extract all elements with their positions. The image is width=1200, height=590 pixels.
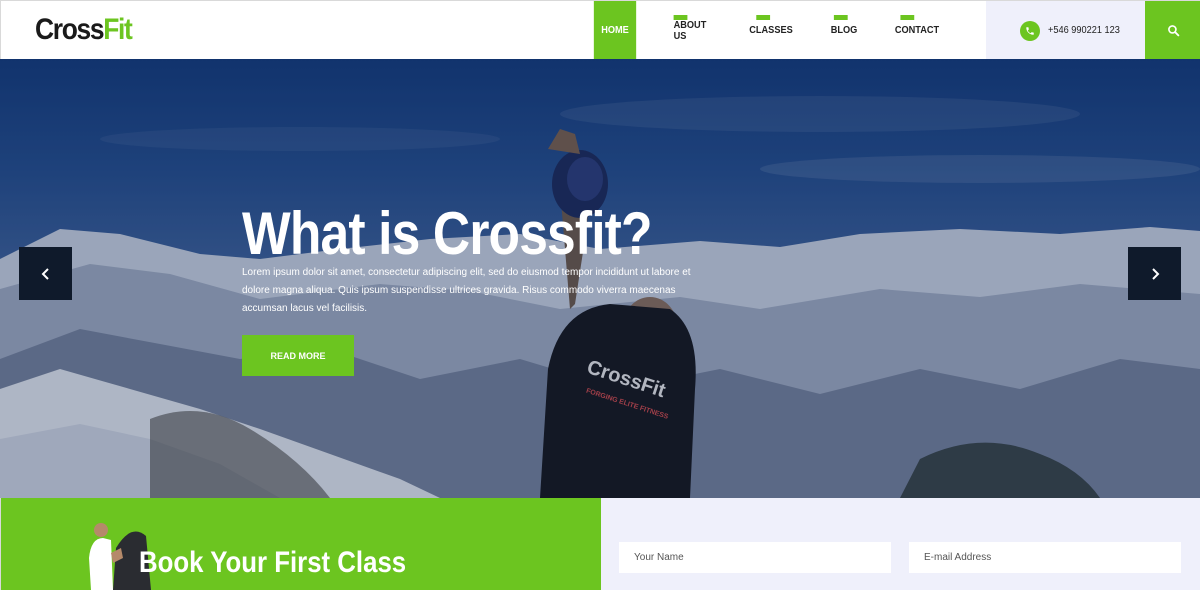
slider-prev-button[interactable] [19,247,72,300]
email-input[interactable] [909,542,1181,573]
hero-title: What is Crossfit? [242,200,653,267]
phone-contact[interactable]: +546 990221 123 [986,1,1145,60]
booking-form [601,498,1200,590]
nav-indicator [756,15,771,20]
booking-title: Book Your First Class [139,546,407,579]
nav-about-us[interactable]: ABOUT US [673,1,711,60]
logo-text-cross: Cross [35,13,105,46]
nav-classes-label: CLASSES [749,25,793,36]
nav-home-label: HOME [601,25,629,36]
phone-icon [1020,20,1040,41]
nav-about-us-label: ABOUT US [673,19,707,42]
logo-text-fit: Fit [103,13,133,46]
nav-indicator [900,15,915,20]
nav-home[interactable]: HOME [593,1,637,60]
chevron-left-icon [41,267,49,280]
site-header: CrossFit HOME ABOUT US CLASSES BLOG CONT… [0,0,1200,60]
site-logo[interactable]: CrossFit [35,13,133,47]
booking-banner: Book Your First Class [0,498,601,590]
hero-description: Lorem ipsum dolor sit amet, consectetur … [242,267,691,314]
search-button[interactable] [1145,1,1200,60]
read-more-button[interactable]: READ MORE [242,335,354,376]
nav-contact-label: CONTACT [894,25,940,36]
nav-blog[interactable]: BLOG [831,1,857,60]
phone-number: +546 990221 123 [1048,25,1120,36]
name-input[interactable] [619,542,891,573]
nav-blog-label: BLOG [830,25,858,36]
hero-slider: CrossFit FORGING ELITE FITNESS What is C… [0,59,1200,498]
nav-classes[interactable]: CLASSES [749,1,793,60]
nav-contact[interactable]: CONTACT [895,1,939,60]
slider-next-button[interactable] [1128,247,1181,300]
nav-indicator [673,15,688,20]
chevron-right-icon [1151,267,1159,280]
nav-indicator [833,15,848,20]
search-icon [1167,25,1179,37]
